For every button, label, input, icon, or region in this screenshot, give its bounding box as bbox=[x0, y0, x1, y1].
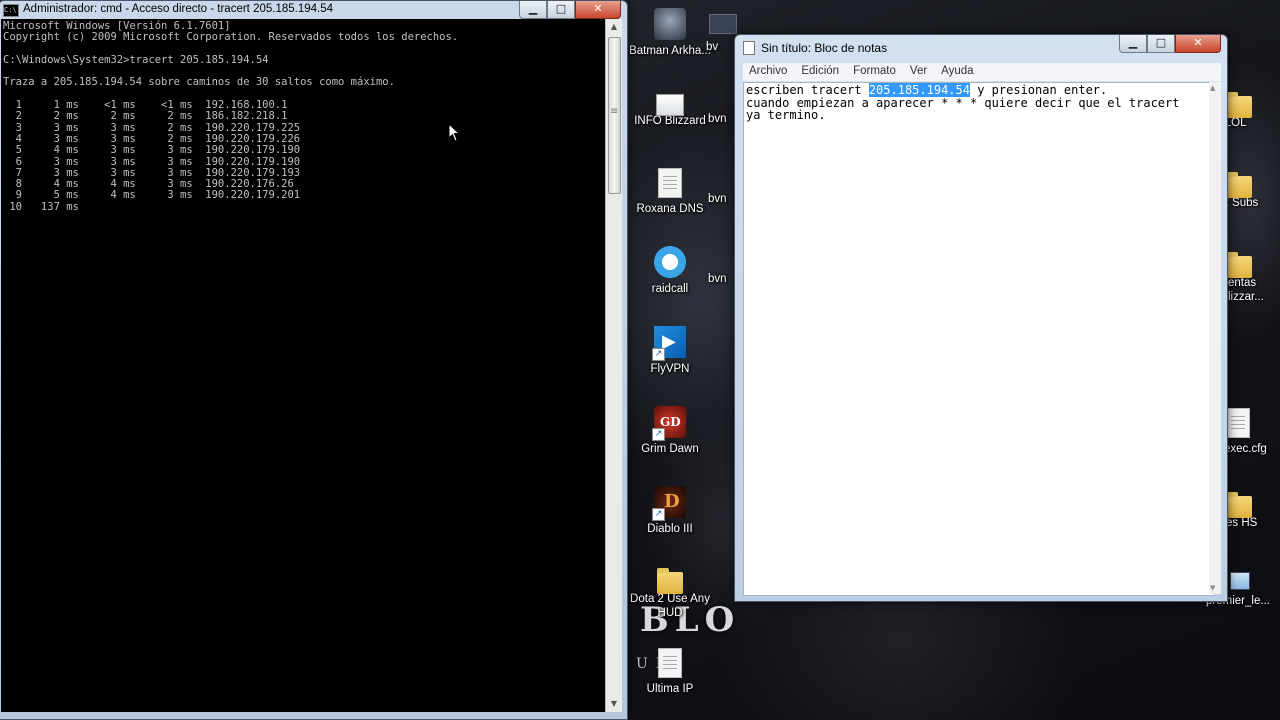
notepad-content: escriben tracert 205.185.194.54 y presio… bbox=[744, 83, 1214, 122]
folder-icon bbox=[1226, 172, 1252, 198]
menu-formato[interactable]: Formato bbox=[847, 63, 904, 81]
menu-edicion[interactable]: Edición bbox=[795, 63, 847, 81]
flyvpn-icon bbox=[652, 326, 686, 361]
notepad-text-area[interactable]: escriben tracert 205.185.194.54 y presio… bbox=[743, 82, 1215, 596]
folder-icon bbox=[1226, 92, 1252, 118]
notepad-titlebar[interactable]: Sin título: Bloc de notas ▁ □ ✕ bbox=[735, 35, 1227, 61]
diablo-icon bbox=[652, 486, 686, 521]
cmd-maximize-button[interactable]: □ bbox=[547, 1, 575, 19]
desktop-icon-info-blizzard[interactable]: INFO Blizzard bbox=[628, 88, 712, 128]
menu-ayuda[interactable]: Ayuda bbox=[935, 63, 981, 81]
grim-dawn-icon bbox=[652, 406, 686, 441]
text-file-icon bbox=[658, 168, 682, 198]
batman-icon bbox=[654, 8, 686, 40]
cmd-close-button[interactable]: ✕ bbox=[575, 1, 621, 19]
text-file-icon bbox=[658, 648, 682, 678]
premier-icon bbox=[1230, 572, 1250, 590]
cmd-scrollbar[interactable]: ▲ ▼ bbox=[605, 19, 622, 712]
cmd-icon: C:\ bbox=[3, 4, 19, 17]
cmd-minimize-button[interactable]: ▁ bbox=[519, 1, 547, 19]
desktop-icon-flyvpn[interactable]: FlyVPN bbox=[628, 326, 712, 376]
desktop-icon-raidcall[interactable]: raidcall bbox=[628, 246, 712, 296]
scroll-up-icon[interactable]: ▲ bbox=[606, 19, 622, 35]
notepad-minimize-button[interactable]: ▁ bbox=[1119, 35, 1147, 53]
folder-icon bbox=[1226, 492, 1252, 518]
desktop-icon-dota2-hud[interactable]: Dota 2 Use Any HUD bbox=[628, 566, 712, 620]
desktop-icon-batman[interactable]: Batman Arkha... bbox=[628, 8, 712, 58]
notepad-maximize-button[interactable]: □ bbox=[1147, 35, 1175, 53]
notepad-title: Sin título: Bloc de notas bbox=[761, 41, 888, 55]
scroll-down-icon[interactable]: ▼ bbox=[1210, 584, 1215, 592]
document-icon bbox=[656, 94, 684, 116]
cmd-title: Administrador: cmd - Acceso directo - tr… bbox=[23, 3, 334, 15]
cmd-titlebar[interactable]: C:\ Administrador: cmd - Acceso directo … bbox=[0, 1, 627, 19]
notepad-menubar: Archivo Edición Formato Ver Ayuda bbox=[743, 63, 1221, 82]
app-icon bbox=[709, 14, 737, 34]
cmd-output: Microsoft Windows [Versión 6.1.7601] Cop… bbox=[3, 20, 459, 213]
notepad-scrollbar[interactable]: ▲ ▼ bbox=[1209, 82, 1221, 594]
scroll-up-icon[interactable]: ▲ bbox=[1210, 84, 1215, 92]
notepad-icon bbox=[743, 41, 755, 55]
text-file-icon bbox=[1226, 408, 1250, 438]
folder-icon bbox=[657, 568, 683, 594]
scroll-down-icon[interactable]: ▼ bbox=[606, 696, 622, 712]
folder-icon bbox=[1226, 252, 1252, 278]
cmd-window[interactable]: C:\ Administrador: cmd - Acceso directo … bbox=[0, 0, 628, 720]
cmd-console[interactable]: Microsoft Windows [Versión 6.1.7601] Cop… bbox=[1, 19, 605, 712]
menu-ver[interactable]: Ver bbox=[904, 63, 935, 81]
cmd-scroll-thumb[interactable] bbox=[608, 37, 621, 194]
desktop-icon-diablo-iii[interactable]: Diablo III bbox=[628, 486, 712, 536]
menu-archivo[interactable]: Archivo bbox=[743, 63, 795, 81]
desktop-icon-roxana-dns[interactable]: Roxana DNS bbox=[628, 168, 712, 216]
desktop-icon-grim-dawn[interactable]: Grim Dawn bbox=[628, 406, 712, 456]
raidcall-icon bbox=[654, 246, 686, 278]
desktop-icon-ultima-ip[interactable]: Ultima IP bbox=[628, 648, 712, 696]
notepad-window[interactable]: Sin título: Bloc de notas ▁ □ ✕ Archivo … bbox=[734, 34, 1228, 602]
notepad-close-button[interactable]: ✕ bbox=[1175, 35, 1221, 53]
